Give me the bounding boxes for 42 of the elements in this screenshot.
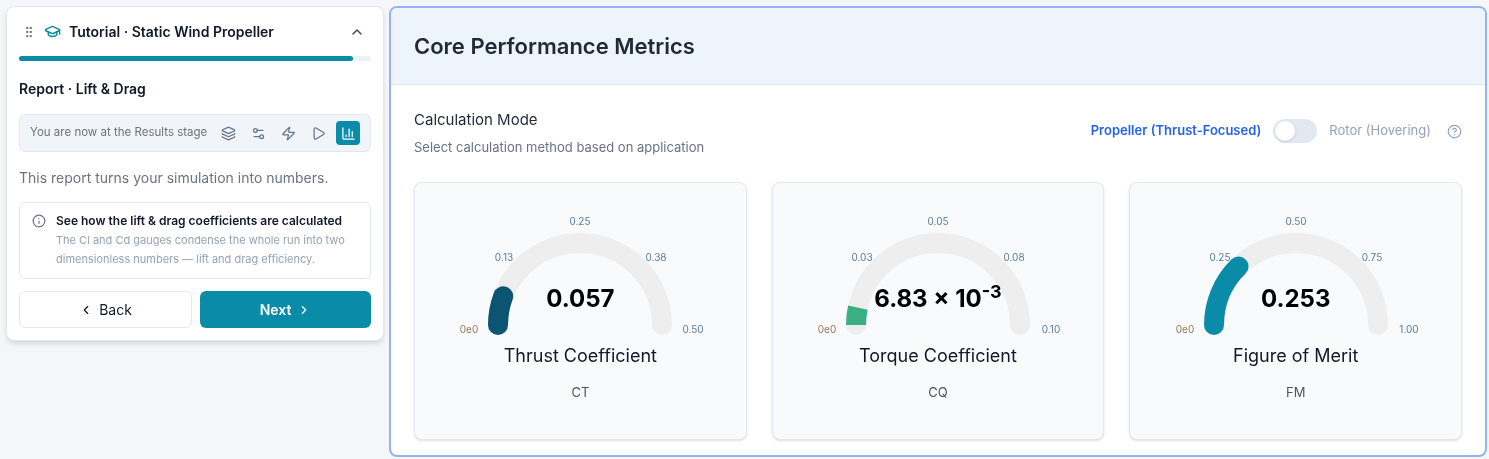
- gauge-tick-label: 0e0: [817, 323, 837, 335]
- gauge-value: 0.057: [546, 287, 615, 311]
- gauge-tick-label: 0.50: [682, 323, 704, 335]
- gauge-tick-label: 0.25: [1209, 251, 1231, 263]
- gauge-value: 6.83 × 10$^{-3}$: [874, 287, 1002, 311]
- next-button[interactable]: Next: [200, 291, 371, 328]
- propeller-label: Propeller (Thrust-Focused): [1090, 121, 1262, 141]
- tutorial-title: Tutorial · Static Wind Propeller: [69, 22, 275, 42]
- gauge-title: Figure of Merit: [1233, 344, 1359, 368]
- gauge-tick-label: 0e0: [460, 323, 479, 335]
- gauge-title: Thrust Coefficient: [503, 344, 657, 368]
- gauge-value: 0.253: [1260, 287, 1331, 311]
- gauge-tick-label: 0e0: [1175, 323, 1194, 335]
- gauge-tick-label: 0.75: [1361, 251, 1382, 263]
- gauge-tick-label: 0.08: [1003, 251, 1025, 263]
- gauge-tick-label: 0.25: [569, 215, 591, 227]
- intro-text: This report turns your simulation into numbers.: [19, 168, 330, 188]
- gauge-tick-label: 0.05: [927, 215, 949, 227]
- rotor-label: Rotor (Hovering): [1329, 121, 1431, 141]
- panel-title: Core Performance Metrics: [414, 31, 695, 61]
- info-title: See how the lift & drag coefficients are calculated: [56, 212, 344, 230]
- gauge-tick-label: 0.50: [1285, 215, 1307, 227]
- gauge-symbol: FM: [1285, 383, 1306, 402]
- step-title: Report · Lift & Drag: [19, 79, 147, 99]
- info-icon: [32, 214, 46, 228]
- graduation-cap-icon: [44, 23, 61, 40]
- help-icon[interactable]: [1447, 123, 1462, 139]
- gauge-title: Torque Coefficient: [859, 344, 1017, 368]
- back-button[interactable]: Back: [19, 291, 192, 328]
- mode-hint: Select calculation method based on application: [414, 137, 706, 157]
- mode-switch[interactable]: [1273, 119, 1318, 143]
- stage-text: You are now at the Results stage: [30, 124, 209, 142]
- gauge-tick-label: 0.13: [495, 251, 514, 263]
- bar-chart-icon[interactable]: [336, 121, 360, 145]
- gauge-tick-label: 0.10: [1041, 323, 1061, 335]
- gauge-symbol: CQ: [928, 383, 948, 402]
- gauge-tick-label: 0.38: [645, 251, 667, 263]
- info-body: The Cl and Cd gauges condense the whole run into two dimensionless numbers — lift and drag efficiency.: [56, 232, 346, 268]
- gauge-tick-label: 0.03: [851, 251, 873, 263]
- gauge-tick-label: 1.00: [1399, 323, 1419, 335]
- mode-label: Calculation Mode: [414, 109, 539, 131]
- gauge-symbol: CT: [571, 383, 590, 402]
